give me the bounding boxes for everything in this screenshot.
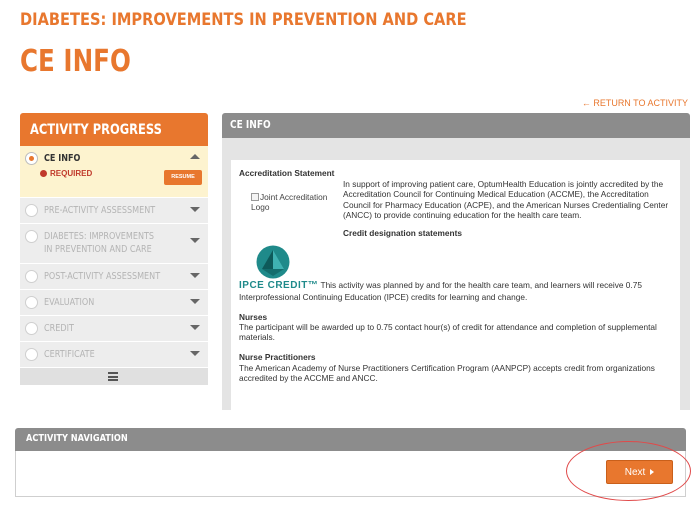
- broken-image-icon: [251, 193, 259, 202]
- sidebar-step-credit[interactable]: CREDIT: [20, 315, 208, 341]
- radio-current-icon: [25, 152, 38, 165]
- nurse-practitioners-text: The American Academy of Nurse Practition…: [239, 362, 655, 383]
- step-label: CE INFO: [44, 153, 81, 164]
- logo-alt-text: Joint Accreditation Logo: [251, 192, 328, 213]
- return-to-activity-link[interactable]: ← RETURN TO ACTIVITY: [582, 98, 688, 108]
- hamburger-icon[interactable]: [108, 372, 118, 381]
- chevron-down-icon[interactable]: [190, 325, 200, 330]
- radio-icon: [25, 270, 38, 283]
- activity-progress-sidebar: ACTIVITY PROGRESS CE INFO REQUIRED RESUM…: [20, 113, 208, 385]
- accreditation-heading: Accreditation Statement: [239, 168, 335, 178]
- nurses-text: The participant will be awarded up to 0.…: [239, 322, 657, 343]
- radio-icon: [25, 296, 38, 309]
- sidebar-step-certificate[interactable]: CERTIFICATE: [20, 341, 208, 367]
- activity-navigation-title: ACTIVITY NAVIGATION: [26, 433, 128, 444]
- ce-info-content[interactable]: Accreditation Statement Joint Accreditat…: [231, 160, 680, 410]
- accreditation-text: In support of improving patient care, Op…: [343, 179, 669, 220]
- sidebar-step-ce-info[interactable]: CE INFO REQUIRED RESUME: [20, 146, 208, 197]
- joint-accreditation-logo: Joint Accreditation Logo: [239, 179, 343, 238]
- step-label: CERTIFICATE: [44, 349, 95, 360]
- step-label: PRE-ACTIVITY ASSESSMENT: [44, 205, 156, 216]
- radio-icon: [25, 348, 38, 361]
- sidebar-step-post-activity-assessment[interactable]: POST-ACTIVITY ASSESSMENT: [20, 263, 208, 289]
- page-title: CE INFO: [20, 44, 131, 79]
- activity-navigation-header: ACTIVITY NAVIGATION: [15, 428, 686, 451]
- chevron-down-icon[interactable]: [190, 238, 200, 243]
- step-label: EVALUATION: [44, 297, 95, 308]
- radio-icon: [25, 204, 38, 217]
- chevron-down-icon[interactable]: [190, 351, 200, 356]
- step-label: POST-ACTIVITY ASSESSMENT: [44, 271, 161, 282]
- step-label: CREDIT: [44, 323, 74, 334]
- required-icon: [40, 170, 47, 177]
- credit-designation-heading: Credit designation statements: [343, 228, 462, 239]
- chevron-down-icon[interactable]: [190, 273, 200, 278]
- radio-icon: [25, 230, 38, 243]
- nurse-practitioners-heading: Nurse Practitioners: [239, 352, 316, 363]
- course-title: DIABETES: IMPROVEMENTS IN PREVENTION AND…: [20, 10, 467, 30]
- chevron-down-icon[interactable]: [190, 207, 200, 212]
- sidebar-footer: [20, 367, 208, 385]
- required-status: REQUIRED: [40, 169, 92, 178]
- required-label: REQUIRED: [50, 169, 93, 178]
- ipce-credit-label: IPCE CREDIT™: [239, 280, 319, 292]
- radio-icon: [25, 322, 38, 335]
- sidebar-step-pre-activity-assessment[interactable]: PRE-ACTIVITY ASSESSMENT: [20, 197, 208, 223]
- sidebar-title: ACTIVITY PROGRESS: [30, 122, 162, 138]
- sidebar-step-diabetes-module[interactable]: DIABETES: IMPROVEMENTS IN PREVENTION AND…: [20, 223, 208, 263]
- step-label: DIABETES: IMPROVEMENTS IN PREVENTION AND…: [44, 231, 155, 255]
- nurses-heading: Nurses: [239, 311, 268, 322]
- sidebar-header: ACTIVITY PROGRESS: [20, 113, 208, 146]
- content-header-title: CE INFO: [230, 118, 271, 131]
- chevron-down-icon[interactable]: [190, 299, 200, 304]
- highlight-annotation: [566, 441, 691, 501]
- ipce-logo-icon: [256, 245, 672, 281]
- resume-button[interactable]: RESUME: [164, 170, 202, 185]
- content-header: CE INFO: [222, 113, 690, 138]
- chevron-up-icon[interactable]: [190, 154, 200, 159]
- sidebar-step-evaluation[interactable]: EVALUATION: [20, 289, 208, 315]
